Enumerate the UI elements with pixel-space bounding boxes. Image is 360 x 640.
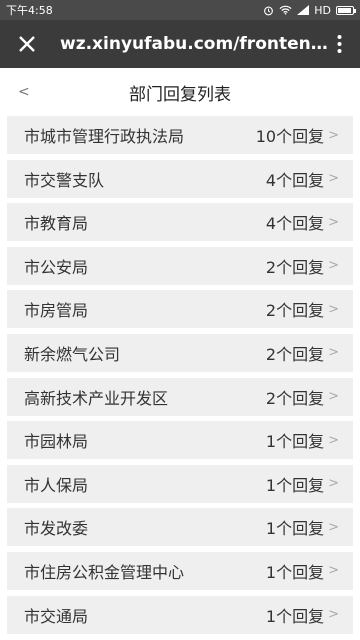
list-item[interactable]: 市城市管理行政执法局 10个回复 > — [7, 116, 353, 154]
reply-count: 2个回复 — [265, 301, 325, 321]
reply-count: 10个回复 — [255, 127, 325, 146]
close-icon — [19, 36, 35, 52]
status-bar: 下午4:58 HD — [0, 0, 360, 20]
chevron-right-icon: > — [328, 519, 339, 535]
department-name: 市城市管理行政执法局 — [24, 127, 185, 146]
reply-count: 4个回复 — [265, 214, 325, 234]
list-item[interactable]: 市住房公积金管理中心 1个回复 > — [7, 551, 353, 590]
department-list: 市城市管理行政执法局 10个回复 > 市交警支队 4个回复 > 市教育局 4个回复 > 市公安局 2… — [0, 116, 360, 634]
reply-count: 2个回复 — [265, 388, 325, 408]
chevron-right-icon: > — [328, 171, 339, 187]
chevron-right-icon: > — [328, 563, 339, 579]
chevron-right-icon: > — [328, 258, 339, 274]
department-name: 市公安局 — [24, 257, 89, 277]
department-name: 市房管局 — [24, 301, 89, 321]
alarm-icon — [263, 5, 274, 16]
reply-count: 1个回复 — [265, 432, 325, 452]
back-button[interactable]: < — [18, 68, 46, 116]
department-name: 市交警支队 — [24, 170, 105, 190]
department-name: 市园林局 — [24, 432, 89, 452]
reply-count: 2个回复 — [265, 344, 325, 364]
department-name: 市人保局 — [24, 475, 89, 495]
chevron-right-icon: > — [328, 476, 339, 492]
reply-count: 1个回复 — [265, 475, 325, 495]
department-name: 市教育局 — [24, 214, 89, 234]
department-name: 新余燃气公司 — [24, 344, 121, 364]
department-name: 市发改委 — [24, 519, 89, 539]
list-item[interactable]: 市教育局 4个回复 > — [7, 203, 353, 242]
status-time: 下午4:58 — [6, 4, 53, 17]
list-item[interactable]: 新余燃气公司 2个回复 > — [7, 333, 353, 372]
chevron-right-icon: > — [328, 214, 339, 230]
reply-count: 1个回复 — [265, 519, 325, 539]
list-item[interactable]: 市公安局 2个回复 > — [7, 246, 353, 285]
chevron-right-icon: > — [328, 345, 339, 361]
department-name: 市交通局 — [24, 606, 89, 626]
wifi-icon — [279, 5, 292, 15]
list-item[interactable]: 市发改委 1个回复 > — [7, 508, 353, 547]
reply-count: 4个回复 — [265, 170, 325, 190]
list-item[interactable]: 高新技术产业开发区 2个回复 > — [7, 377, 353, 416]
chevron-right-icon: > — [328, 607, 339, 623]
more-menu-button[interactable] — [328, 29, 350, 59]
reply-count: 1个回复 — [265, 562, 325, 582]
chevron-right-icon: > — [328, 127, 339, 143]
signal-icon — [297, 5, 310, 15]
chevron-right-icon: > — [328, 432, 339, 448]
page-header: < 部门回复列表 — [0, 68, 360, 116]
close-button[interactable] — [12, 29, 42, 59]
list-item[interactable]: 市房管局 2个回复 > — [7, 290, 353, 329]
status-icons: HD — [263, 3, 356, 17]
chevron-right-icon: > — [328, 301, 339, 317]
chevron-right-icon: > — [328, 389, 339, 405]
list-item[interactable]: 市人保局 1个回复 > — [7, 464, 353, 503]
page-title: 部门回复列表 — [129, 84, 231, 105]
reply-count: 1个回复 — [265, 606, 325, 626]
browser-toolbar: wz.xinyufabu.com/frontend/... — [0, 20, 360, 68]
url-bar[interactable]: wz.xinyufabu.com/frontend/... — [60, 34, 328, 54]
department-name: 市住房公积金管理中心 — [24, 562, 185, 582]
list-item[interactable]: 市交警支队 4个回复 > — [7, 159, 353, 198]
list-item[interactable]: 市园林局 1个回复 > — [7, 421, 353, 460]
department-name: 高新技术产业开发区 — [24, 388, 169, 408]
reply-count: 2个回复 — [265, 257, 325, 277]
battery-icon — [336, 5, 356, 15]
battery-level — [338, 7, 351, 13]
network-type: HD — [314, 3, 331, 17]
list-item[interactable]: 市交通局 1个回复 > — [7, 595, 353, 634]
more-vertical-icon — [337, 35, 341, 53]
